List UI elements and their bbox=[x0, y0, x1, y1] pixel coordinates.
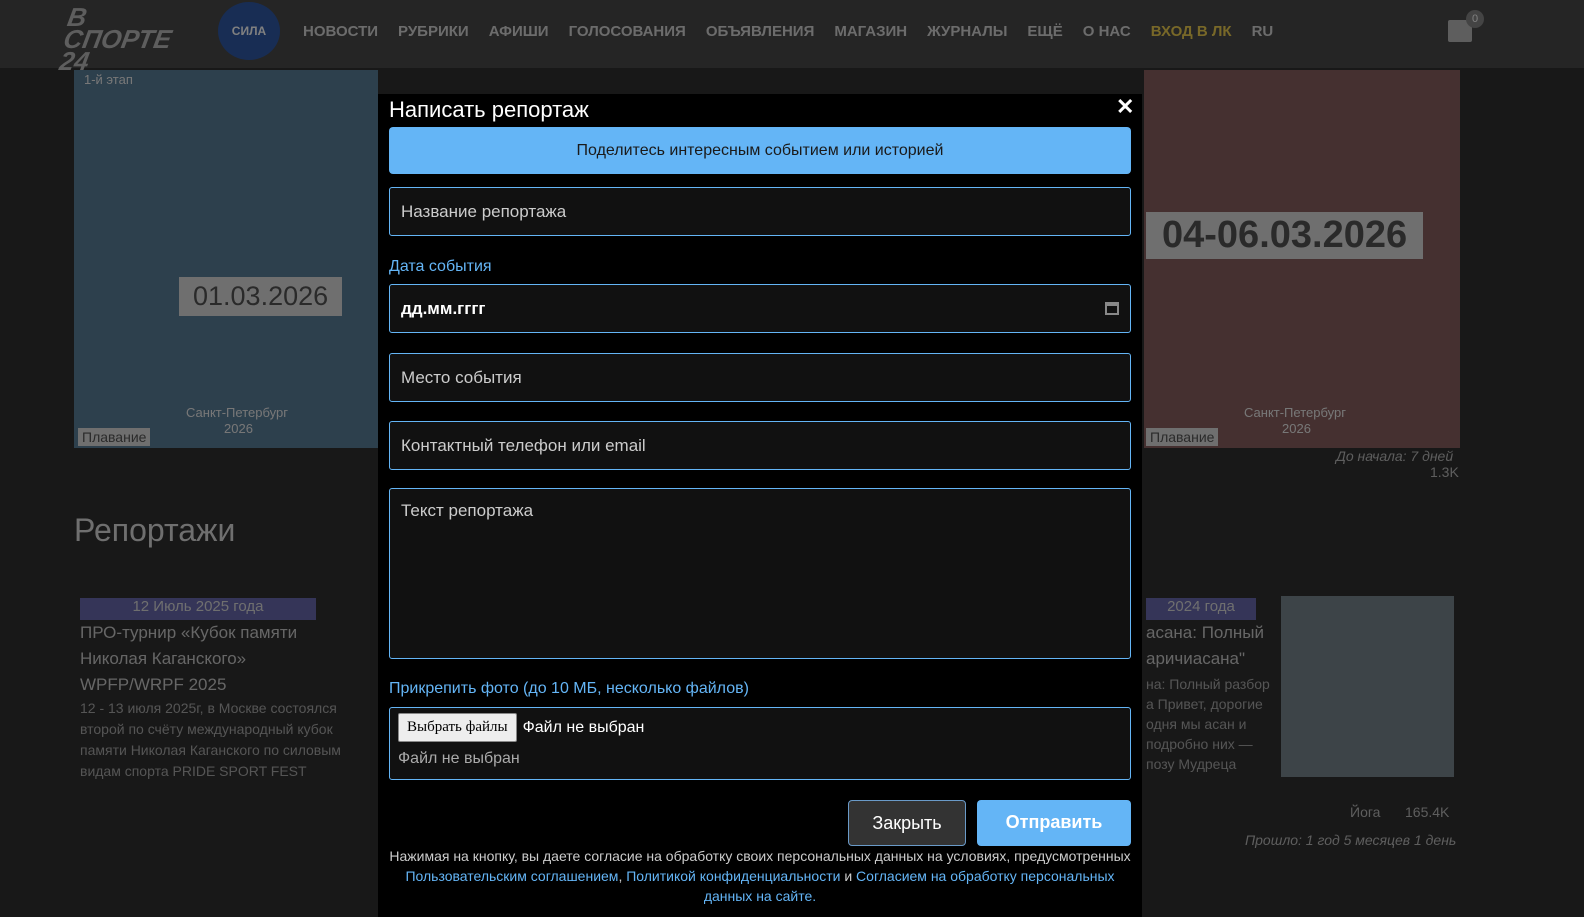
consent-prefix: Нажимая на кнопку, вы даете согласие на … bbox=[389, 848, 1131, 864]
event-date: 04-06.03.2026 bbox=[1146, 212, 1424, 259]
date-label: Дата события bbox=[389, 258, 492, 275]
event-date: 01.03.2026 bbox=[179, 277, 343, 316]
event-card[interactable]: 1-й этап bbox=[74, 70, 378, 448]
article-title[interactable]: асана: Полный аричиасана" bbox=[1146, 620, 1278, 672]
close-icon[interactable]: ✕ bbox=[1116, 94, 1134, 120]
article-excerpt: 12 - 13 июля 2025г, в Москве состоялся в… bbox=[80, 700, 341, 779]
event-tag: Плавание bbox=[1146, 428, 1219, 446]
article-title[interactable]: ПРО-турнир «Кубок памяти Николая Каганск… bbox=[80, 620, 320, 698]
report-title-input[interactable]: Название репортажа bbox=[389, 187, 1131, 236]
event-tag: Плавание bbox=[78, 428, 151, 446]
nav-magazines[interactable]: ЖУРНАЛЫ bbox=[927, 23, 1007, 40]
consent-text: Нажимая на кнопку, вы даете согласие на … bbox=[389, 846, 1131, 906]
event-card[interactable] bbox=[1144, 70, 1460, 448]
nav-about[interactable]: О НАС bbox=[1083, 23, 1131, 40]
sep: и bbox=[840, 868, 857, 884]
event-city: Санкт-Петербург bbox=[1244, 405, 1346, 420]
nav-login[interactable]: ВХОД В ЛК bbox=[1151, 23, 1232, 40]
modal-title: Написать репортаж bbox=[389, 97, 589, 122]
cart-count: 0 bbox=[1466, 10, 1484, 28]
file-status: Файл не выбран bbox=[398, 750, 520, 767]
close-button[interactable]: Закрыть bbox=[848, 800, 966, 846]
privacy-policy-link[interactable]: Политикой конфиденциальности bbox=[626, 868, 840, 884]
event-year: 2026 bbox=[224, 421, 253, 436]
event-place-input[interactable]: Место события bbox=[389, 353, 1131, 402]
section-title: Репортажи bbox=[74, 512, 236, 548]
article-elapsed: Прошло: 1 год 5 месяцев 1 день bbox=[1245, 832, 1457, 848]
write-report-modal: Написать репортаж ✕ Поделитесь интересны… bbox=[378, 94, 1142, 917]
lang-switch[interactable]: RU bbox=[1252, 23, 1274, 40]
event-countdown: До начала: 7 дней bbox=[1336, 448, 1454, 464]
choose-files-button[interactable]: Выбрать файлы bbox=[398, 713, 517, 742]
calendar-icon[interactable] bbox=[1105, 302, 1119, 315]
nav-shop[interactable]: МАГАЗИН bbox=[834, 23, 907, 40]
site-logo[interactable]: В СПОРТЕ 24 bbox=[57, 2, 200, 76]
partner-logo[interactable]: СИЛА bbox=[218, 2, 280, 60]
report-text-textarea[interactable]: Текст репортажа bbox=[389, 488, 1131, 659]
event-year: 2026 bbox=[1282, 421, 1311, 436]
event-views: 1.3K bbox=[1430, 464, 1459, 480]
photo-label: Прикрепить фото (до 10 МБ, несколько фай… bbox=[389, 680, 749, 697]
article-date: 2024 года bbox=[1146, 598, 1256, 620]
nav-votes[interactable]: ГОЛОСОВАНИЯ bbox=[569, 23, 686, 40]
nav-rubrics[interactable]: РУБРИКИ bbox=[398, 23, 469, 40]
nav-news[interactable]: НОВОСТИ bbox=[303, 23, 378, 40]
nav-posters[interactable]: АФИШИ bbox=[489, 23, 549, 40]
main-nav: НОВОСТИ РУБРИКИ АФИШИ ГОЛОСОВАНИЯ ОБЪЯВЛ… bbox=[303, 23, 1273, 40]
article-date: 12 Июль 2025 года bbox=[80, 598, 316, 620]
period: . bbox=[812, 888, 817, 904]
contact-input[interactable]: Контактный телефон или email bbox=[389, 421, 1131, 470]
nav-ads[interactable]: ОБЪЯВЛЕНИЯ bbox=[706, 23, 815, 40]
no-file-text: Файл не выбран bbox=[522, 718, 645, 736]
article-views: 165.4K bbox=[1405, 804, 1450, 820]
event-date-input[interactable]: дд.мм.гггг bbox=[389, 284, 1131, 333]
article-image[interactable] bbox=[1281, 596, 1454, 777]
user-agreement-link[interactable]: Пользовательским соглашением bbox=[405, 868, 618, 884]
event-label: 1-й этап bbox=[84, 72, 133, 87]
nav-more[interactable]: ЕЩЁ bbox=[1027, 23, 1062, 40]
file-upload-box: Выбрать файлы Файл не выбран Файл не выб… bbox=[389, 707, 1131, 780]
event-city: Санкт-Петербург bbox=[186, 405, 288, 420]
submit-button[interactable]: Отправить bbox=[977, 800, 1131, 846]
article-tag: Йога bbox=[1350, 804, 1381, 820]
date-placeholder: дд.мм.гггг bbox=[401, 298, 486, 318]
article-excerpt: на: Полный разбор а Привет, дорогие одня… bbox=[1146, 676, 1270, 772]
site-header: В СПОРТЕ 24 СИЛА НОВОСТИ РУБРИКИ АФИШИ Г… bbox=[0, 0, 1584, 76]
info-banner: Поделитесь интересным событием или истор… bbox=[389, 127, 1131, 174]
